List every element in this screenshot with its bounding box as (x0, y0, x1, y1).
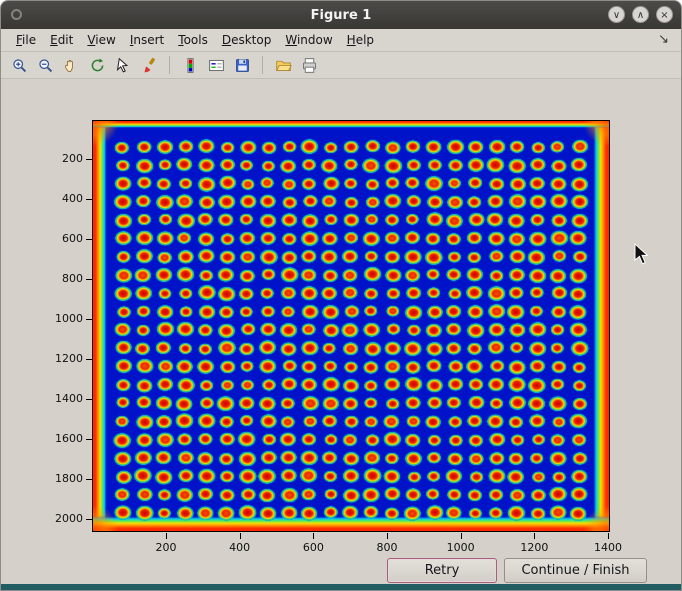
open-button[interactable] (271, 54, 295, 76)
plot-image[interactable] (92, 120, 610, 532)
titlebar[interactable]: Figure 1 ∨ ∧ × (1, 1, 681, 29)
pan-icon (63, 57, 80, 74)
rotate-3d-button[interactable] (85, 54, 109, 76)
menu-bar: FileEditViewInsertToolsDesktopWindowHelp (1, 29, 681, 52)
menu-file[interactable]: File (9, 31, 43, 49)
toolbar-separator (262, 56, 263, 74)
zoom-in-icon (11, 57, 28, 74)
menu-insert[interactable]: Insert (123, 31, 171, 49)
menu-edit[interactable]: Edit (43, 31, 80, 49)
data-cursor-icon (115, 57, 132, 74)
insert-colorbar-button[interactable] (178, 54, 202, 76)
brush-button[interactable] (137, 54, 161, 76)
retry-button[interactable]: Retry (387, 558, 497, 583)
bottom-strip (1, 584, 681, 591)
print-icon (301, 57, 318, 74)
figure-window: Figure 1 ∨ ∧ × FileEditViewInsertToolsDe… (0, 0, 682, 591)
data-cursor-button[interactable] (111, 54, 135, 76)
dock-figure-icon[interactable]: ↘ (658, 32, 669, 47)
menu-items: FileEditViewInsertToolsDesktopWindowHelp (9, 33, 381, 47)
save-button[interactable] (230, 54, 254, 76)
menu-help[interactable]: Help (340, 31, 381, 49)
window-title: Figure 1 (311, 8, 372, 23)
insert-legend-icon (208, 57, 225, 74)
window-menu-icon[interactable] (11, 9, 22, 20)
print-button[interactable] (297, 54, 321, 76)
menu-tools[interactable]: Tools (171, 31, 215, 49)
maximize-button[interactable]: ∧ (632, 6, 649, 23)
zoom-out-button[interactable] (33, 54, 57, 76)
toolbar-separator (169, 56, 170, 74)
insert-legend-button[interactable] (204, 54, 228, 76)
rotate-3d-icon (89, 57, 106, 74)
pan-button[interactable] (59, 54, 83, 76)
save-icon (234, 57, 251, 74)
window-controls: ∨ ∧ × (608, 6, 673, 23)
zoom-out-icon (37, 57, 54, 74)
continue-button[interactable]: Continue / Finish (504, 558, 647, 583)
shade-button[interactable]: ∨ (608, 6, 625, 23)
insert-colorbar-icon (182, 57, 199, 74)
toolbar (1, 52, 681, 79)
menu-desktop[interactable]: Desktop (215, 31, 279, 49)
menu-view[interactable]: View (80, 31, 122, 49)
zoom-in-button[interactable] (7, 54, 31, 76)
brush-icon (141, 57, 158, 74)
close-button[interactable]: × (656, 6, 673, 23)
menu-window[interactable]: Window (278, 31, 339, 49)
open-icon (275, 57, 292, 74)
